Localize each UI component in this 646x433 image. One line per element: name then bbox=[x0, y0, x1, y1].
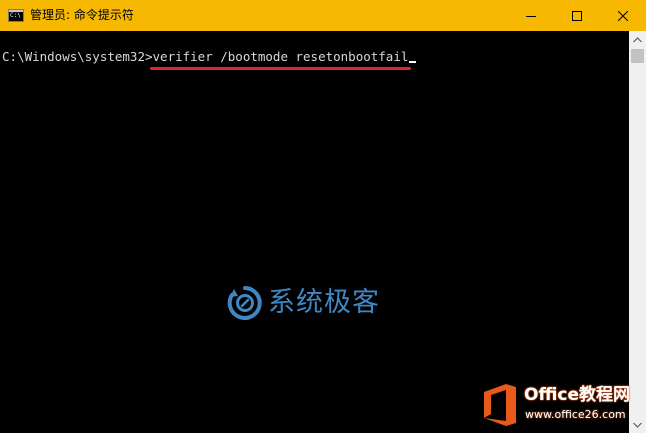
scroll-up-button[interactable] bbox=[629, 31, 646, 48]
badge-title: Office教程网 bbox=[524, 385, 631, 405]
title-bar[interactable]: C:\ 管理员: 命令提示符 bbox=[0, 0, 646, 31]
watermark-text: 系统极客 bbox=[268, 287, 380, 318]
chevron-up-icon bbox=[633, 36, 642, 42]
minimize-icon bbox=[526, 15, 536, 17]
cmd-icon-prompt: C:\ bbox=[10, 12, 21, 19]
office-badge: Office教程网 www.office26.com bbox=[481, 381, 631, 429]
text-cursor bbox=[409, 61, 417, 63]
console-area[interactable]: C:\Windows\system32> verifier /bootmode r… bbox=[0, 31, 629, 433]
console-command-text: verifier /bootmode resetonbootfail bbox=[152, 49, 409, 64]
close-icon bbox=[618, 10, 628, 21]
console-command: verifier /bootmode resetonbootfail bbox=[149, 49, 412, 70]
watermark: 系统极客 bbox=[226, 284, 380, 322]
window-title: 管理员: 命令提示符 bbox=[30, 8, 134, 22]
xitongke-logo-icon bbox=[227, 286, 262, 320]
scroll-down-button[interactable] bbox=[629, 416, 646, 433]
console-line: C:\Windows\system32> verifier /bootmode r… bbox=[2, 49, 417, 70]
command-prompt-window: C:\ 管理员: 命令提示符 C:\Windows\system32> verif… bbox=[0, 0, 646, 433]
vertical-scrollbar[interactable] bbox=[629, 31, 646, 433]
maximize-button[interactable] bbox=[554, 0, 600, 31]
maximize-icon bbox=[572, 10, 582, 21]
office-logo-icon bbox=[484, 384, 516, 426]
chevron-down-icon bbox=[633, 422, 642, 428]
cmd-icon[interactable]: C:\ bbox=[8, 9, 24, 22]
console-prompt: C:\Windows\system32> bbox=[2, 49, 153, 64]
red-highlight-underline bbox=[149, 67, 412, 70]
badge-url: www.office26.com bbox=[525, 408, 626, 421]
minimize-button[interactable] bbox=[508, 0, 554, 31]
close-button[interactable] bbox=[600, 0, 646, 31]
scroll-thumb[interactable] bbox=[631, 49, 644, 63]
